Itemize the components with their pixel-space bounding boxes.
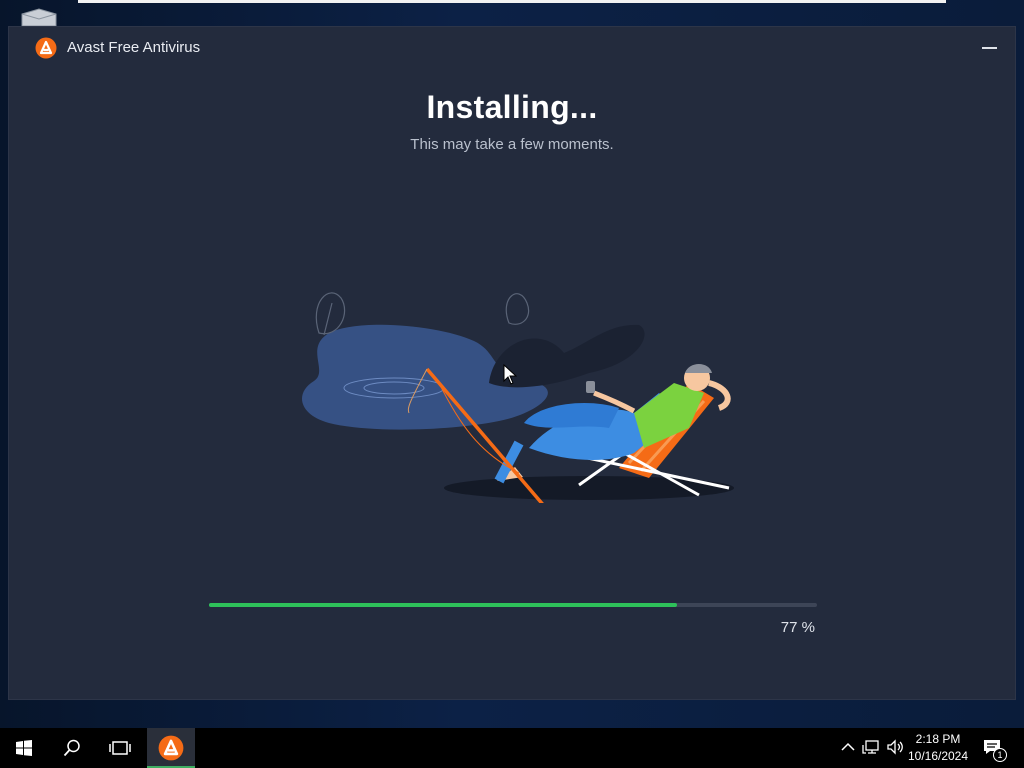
search-icon — [63, 739, 80, 757]
task-view-button[interactable] — [96, 728, 144, 768]
chevron-up-icon[interactable] — [838, 737, 858, 757]
progress-bar — [209, 603, 817, 607]
recycle-bin-icon[interactable] — [20, 8, 58, 26]
search-button[interactable] — [48, 728, 96, 768]
avast-icon — [158, 735, 184, 761]
taskbar-avast-button[interactable] — [147, 728, 195, 768]
page-subtitle: This may take a few moments. — [410, 136, 614, 153]
mouse-cursor-icon — [503, 364, 517, 385]
minimize-button[interactable] — [977, 35, 1003, 61]
task-view-icon — [109, 741, 131, 755]
taskbar: 2:18 PM 10/16/2024 1 — [0, 728, 1024, 768]
desktop: Avast Free Antivirus Installing... This … — [0, 0, 1024, 728]
clock-time: 2:18 PM — [915, 732, 961, 746]
progress-percentage: 77 % — [780, 619, 815, 636]
system-clock[interactable]: 2:18 PM 10/16/2024 — [902, 731, 974, 765]
background-window-edge — [78, 0, 946, 3]
start-button[interactable] — [0, 728, 48, 768]
installer-window: Avast Free Antivirus Installing... This … — [8, 26, 1016, 700]
title-bar[interactable]: Avast Free Antivirus — [9, 27, 1015, 69]
clock-date: 10/16/2024 — [907, 749, 969, 763]
page-title: Installing... — [426, 89, 598, 125]
progress-bar-fill — [209, 603, 678, 607]
network-icon[interactable] — [861, 737, 881, 757]
notification-count-badge: 1 — [993, 748, 1007, 762]
avast-logo-icon — [35, 37, 57, 59]
window-title: Avast Free Antivirus — [67, 39, 201, 56]
windows-start-icon — [16, 740, 32, 756]
